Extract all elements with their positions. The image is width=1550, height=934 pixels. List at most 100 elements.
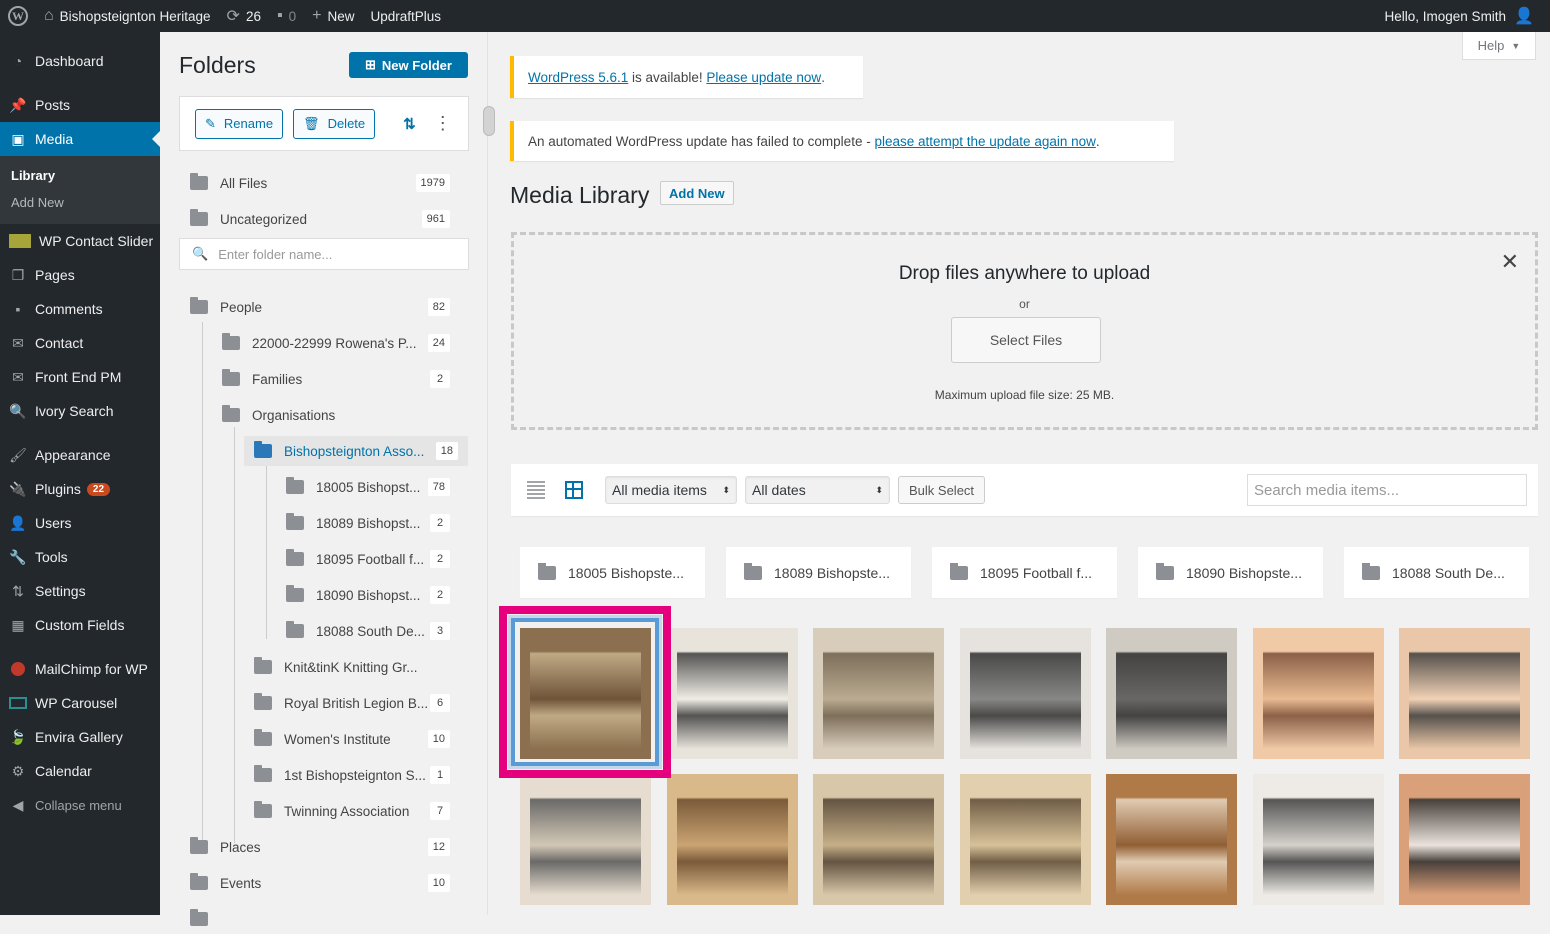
folder-tree-item[interactable]: 18090 Bishopst... 2 [286,580,460,610]
sidebar-item-tools[interactable]: 🔧 Tools [0,540,160,574]
bulk-select-button[interactable]: Bulk Select [898,476,986,504]
sidebar-item-users[interactable]: 👤 Users [0,506,160,540]
retry-update-link[interactable]: please attempt the update again now [874,134,1095,149]
folder-search-icon: 🔍 [192,246,209,261]
list-view-icon[interactable] [527,481,545,499]
sidebar-item-media[interactable]: ▣ Media [0,122,160,156]
folder-tree-item[interactable]: Women's Institute 10 [254,724,460,754]
more-options-icon[interactable]: ⋮ [434,113,452,134]
updraftplus-menu[interactable]: UpdraftPlus [363,0,450,32]
media-thumbnail[interactable] [1106,628,1237,759]
sidebar-item-envira-gallery[interactable]: 🍃 Envira Gallery [0,720,160,754]
upload-dropzone[interactable]: Drop files anywhere to upload or Select … [511,232,1538,430]
folder-tree-item-partial[interactable] [190,904,460,934]
submenu-add-new[interactable]: Add New [0,189,160,216]
sidebar-item-wp-contact-slider[interactable]: WP Contact Slider [0,224,160,258]
folder-card[interactable]: 18090 Bishopste... [1138,547,1323,598]
update-now-link[interactable]: Please update now [706,70,821,85]
folder-card[interactable]: 18005 Bishopste... [520,547,705,598]
add-new-button[interactable]: Add New [660,181,734,205]
media-thumbnail[interactable] [1252,628,1384,759]
sidebar-item-comments[interactable]: ▪ Comments [0,292,160,326]
wp-logo-menu[interactable]: W [0,0,36,32]
media-thumbnail[interactable] [1106,774,1237,905]
folder-tree-item[interactable]: Events 10 [190,868,460,898]
sidebar-item-plugins[interactable]: 🔌 Plugins 22 [0,472,160,506]
comments-link[interactable]: ▪ 0 [269,0,304,32]
sidebar-item-ivory-search[interactable]: 🔍 Ivory Search [0,394,160,428]
media-thumbnail[interactable] [813,774,944,905]
greeting: Hello, Imogen Smith [1384,8,1507,24]
sidebar-item-appearance[interactable]: 🖌 Appearance [0,438,160,472]
delete-button[interactable]: 🗑 Delete [293,108,376,139]
submenu-library[interactable]: Library [0,162,160,189]
folder-tree-item[interactable]: People 82 [190,292,460,322]
media-thumbnail[interactable] [666,628,798,759]
media-thumbnail[interactable] [1399,774,1530,905]
folder-tree-item-selected[interactable]: Bishopsteignton Asso... 18 [244,436,468,466]
leaf-icon: 🍃 [9,728,27,745]
folder-tree-item[interactable]: 18005 Bishopst... 78 [286,472,460,502]
folder-tree-item[interactable]: 1st Bishopsteignton S... 1 [254,760,460,790]
sidebar-item-pages[interactable]: ❐ Pages [0,258,160,292]
sidebar-item-dashboard[interactable]: ◔ Dashboard [0,44,160,78]
folder-all-files[interactable]: All Files 1979 [190,168,460,198]
wordpress-version-link[interactable]: WordPress 5.6.1 [528,70,628,85]
my-account-menu[interactable]: Hello, Imogen Smith 👤 [1377,0,1550,32]
media-thumbnail[interactable] [520,774,651,905]
folder-tree-item[interactable]: 18095 Football f... 2 [286,544,460,574]
sidebar-item-label: Pages [35,267,75,283]
help-tab-button[interactable]: Help ▼ [1462,32,1536,60]
folder-card[interactable]: 18088 South De... [1344,547,1529,598]
media-thumbnail[interactable] [813,628,944,759]
folder-icon [1362,562,1380,580]
folder-card[interactable]: 18089 Bishopste... [726,547,911,598]
new-content-menu[interactable]: + New [304,0,362,32]
folder-count: 961 [421,210,450,228]
main-content: Help ▼ WordPress 5.6.1 is available! Plea… [490,32,1550,915]
thumbnail-image [969,638,1081,749]
settings-icon: ⇅ [12,582,24,599]
folder-tree-item[interactable]: Knit&tinK Knitting Gr... [254,652,460,682]
new-folder-button[interactable]: ⊞ New Folder [349,52,468,78]
sidebar-item-front-end-pm[interactable]: ✉ Front End PM [0,360,160,394]
folder-tree-item[interactable]: 18088 South De... 3 [286,616,460,646]
select-files-button[interactable]: Select Files [951,317,1101,363]
folder-tree-item[interactable]: 22000-22999 Rowena's P... 24 [222,328,460,358]
folder-tree-item[interactable]: 18089 Bishopst... 2 [286,508,460,538]
sort-az-icon[interactable]: ⇅ [403,115,416,133]
folder-tree-item[interactable]: Royal British Legion B... 6 [254,688,460,718]
media-type-filter[interactable]: All media items ⬍ [605,476,737,504]
rename-button[interactable]: ✎ Rename [195,108,284,139]
site-name-link[interactable]: ⌂ Bishopsteignton Heritage [36,0,219,32]
media-thumbnail[interactable] [1399,628,1530,759]
folder-tree-item[interactable]: Places 12 [190,832,460,862]
sidebar-item-contact[interactable]: ✉ Contact [0,326,160,360]
media-thumbnail[interactable] [1252,774,1384,905]
comments-count: 0 [288,8,297,24]
updates-link[interactable]: ⟳ 26 [219,0,269,32]
folder-card[interactable]: 18095 Football f... [932,547,1117,598]
folder-tree-item[interactable]: Organisations [222,400,460,430]
sidebar-item-settings[interactable]: ⇅ Settings [0,574,160,608]
media-thumbnail[interactable] [959,628,1091,759]
mailchimp-icon [9,660,27,678]
folder-search-input[interactable]: 🔍 Enter folder name... [179,238,469,270]
collapse-menu-button[interactable]: ◀ Collapse menu [0,788,160,822]
media-thumbnail[interactable] [666,774,798,905]
media-thumbnail[interactable] [959,774,1091,905]
sidebar-item-mailchimp[interactable]: MailChimp for WP [0,652,160,686]
folder-label: Bishopsteignton Asso... [284,443,425,459]
sidebar-item-custom-fields[interactable]: ▦ Custom Fields [0,608,160,642]
folders-title: Folders [179,52,256,78]
folder-tree-item[interactable]: Families 2 [222,364,460,394]
sidebar-item-calendar[interactable]: ⚙ Calendar [0,754,160,788]
sidebar-item-posts[interactable]: 📌 Posts [0,88,160,122]
folder-tree-item[interactable]: Twinning Association 7 [254,796,460,826]
sidebar-item-wp-carousel[interactable]: WP Carousel [0,686,160,720]
close-icon[interactable]: ✕ [1501,249,1519,275]
date-filter[interactable]: All dates ⬍ [745,476,890,504]
grid-view-icon[interactable] [565,481,583,499]
search-media-input[interactable]: Search media items... [1247,474,1527,506]
folder-uncategorized[interactable]: Uncategorized 961 [190,204,460,234]
